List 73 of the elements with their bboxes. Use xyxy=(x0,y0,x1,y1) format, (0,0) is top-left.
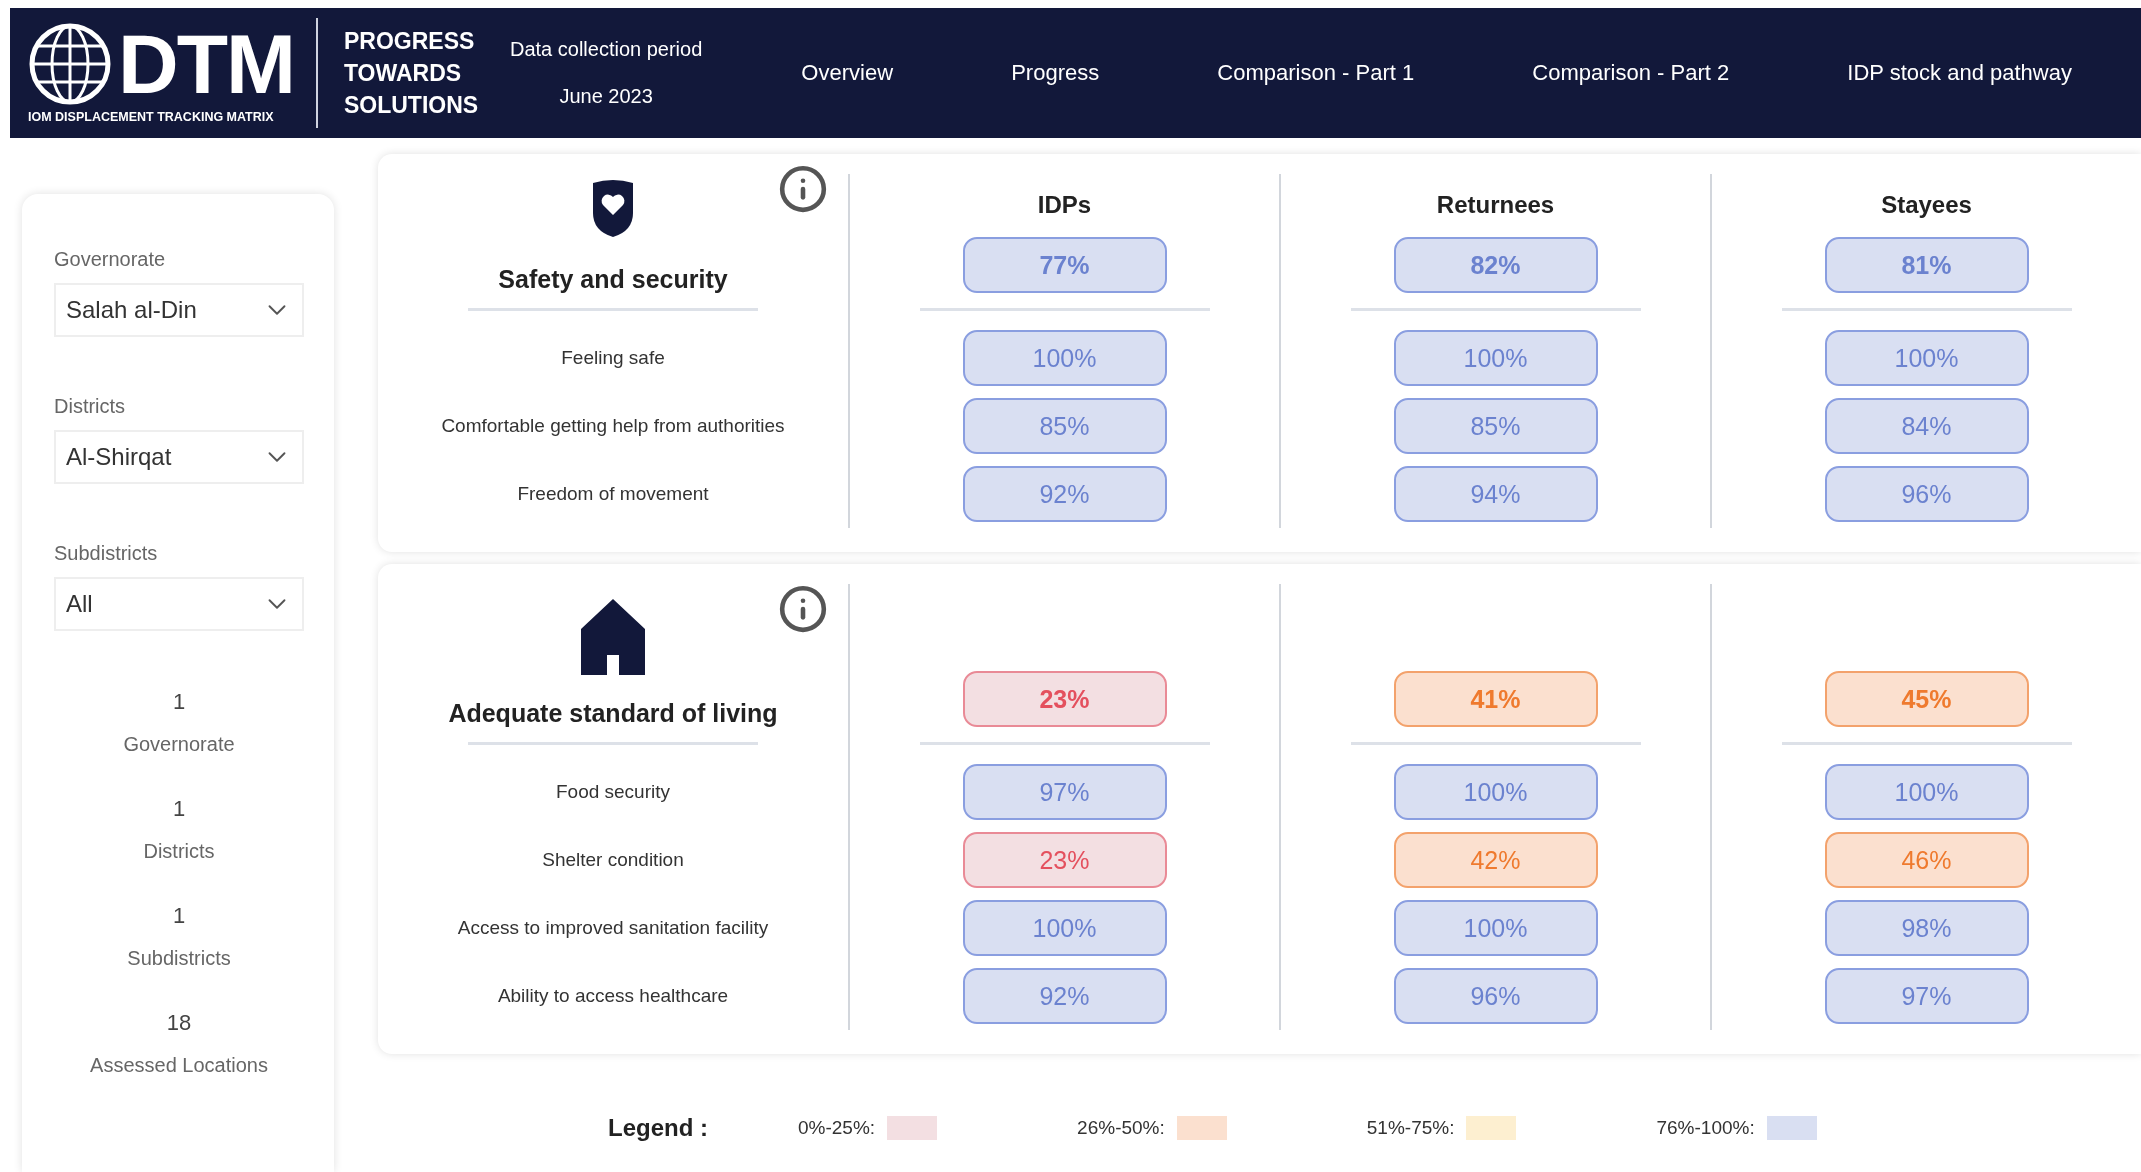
stat-value: 1 xyxy=(172,689,186,715)
indicator-percentage: 100% xyxy=(1393,764,1598,820)
legend-label: 76%-100%: xyxy=(1656,1117,1755,1139)
filter-label: Districts xyxy=(54,395,127,418)
filter-label: Governorate xyxy=(54,248,167,271)
indicator-percentage: 97% xyxy=(962,764,1167,820)
stat-value: 1 xyxy=(172,903,186,929)
indicator-percentage: 94% xyxy=(1393,466,1598,522)
filter-label: Subdistricts xyxy=(54,542,159,565)
legend-label: 26%-50%: xyxy=(1077,1117,1165,1139)
indicator-label: Feeling safe xyxy=(561,346,665,370)
section-title: Safety and security xyxy=(498,265,728,294)
nav-link[interactable]: Overview xyxy=(801,60,894,86)
total-percentage: 81% xyxy=(1824,237,2029,293)
logo-tagline: IOM DISPLACEMENT TRACKING MATRIX xyxy=(28,110,274,124)
indicator-percentage: 96% xyxy=(1393,968,1598,1024)
indicator-percentage: 46% xyxy=(1824,832,2029,888)
indicator-percentage: 100% xyxy=(1824,764,2029,820)
stat-value: 18 xyxy=(166,1010,192,1036)
indicator-label: Ability to access healthcare xyxy=(497,984,729,1008)
indicator-percentage: 84% xyxy=(1824,398,2029,454)
period-label: Data collection period xyxy=(509,38,703,61)
filter-dropdown[interactable]: Al-Shirqat xyxy=(54,430,304,484)
column-header: Stayees xyxy=(1881,191,1972,219)
indicator-percentage: 97% xyxy=(1824,968,2029,1024)
nav-link[interactable]: Progress xyxy=(1011,60,1100,86)
indicator-percentage: 85% xyxy=(962,398,1167,454)
nav-link[interactable]: Comparison - Part 2 xyxy=(1532,60,1730,86)
legend-label: 0%-25%: xyxy=(798,1117,876,1139)
indicator-percentage: 100% xyxy=(962,330,1167,386)
legend-title: Legend : xyxy=(608,1114,708,1142)
stat-label: Districts xyxy=(143,840,215,863)
indicator-label: Food security xyxy=(555,780,670,804)
indicator-label: Shelter condition xyxy=(542,848,684,872)
indicator-percentage: 92% xyxy=(962,968,1167,1024)
indicator-percentage: 42% xyxy=(1393,832,1598,888)
indicator-percentage: 100% xyxy=(1393,330,1598,386)
indicator-label: Freedom of movement xyxy=(517,482,709,506)
total-percentage: 45% xyxy=(1824,671,2029,727)
filter-dropdown[interactable]: Salah al-Din xyxy=(54,283,304,337)
indicator-label: Access to improved sanitation facility xyxy=(457,916,769,940)
globe-icon xyxy=(28,22,112,106)
period-value: June 2023 xyxy=(559,85,653,108)
stat-label: Governorate xyxy=(123,733,235,756)
stat-label: Subdistricts xyxy=(127,947,231,970)
stat-value: 1 xyxy=(172,796,186,822)
indicator-percentage: 100% xyxy=(1393,900,1598,956)
info-icon[interactable] xyxy=(778,584,828,634)
nav-link[interactable]: IDP stock and pathway xyxy=(1847,60,2072,86)
indicator-percentage: 92% xyxy=(962,466,1167,522)
total-percentage: 23% xyxy=(962,671,1167,727)
indicator-percentage: 100% xyxy=(1824,330,2029,386)
column-header: IDPs xyxy=(1037,191,1092,219)
info-icon[interactable] xyxy=(778,164,828,214)
report-title: PROGRESS TOWARDS SOLUTIONS xyxy=(343,27,480,120)
logo-wordmark: DTM xyxy=(118,26,294,102)
indicator-label: Comfortable getting help from authorities xyxy=(441,414,785,438)
indicator-percentage: 100% xyxy=(962,900,1167,956)
total-percentage: 77% xyxy=(962,237,1167,293)
indicator-percentage: 85% xyxy=(1393,398,1598,454)
total-percentage: 41% xyxy=(1393,671,1598,727)
total-percentage: 82% xyxy=(1393,237,1598,293)
section-title: Adequate standard of living xyxy=(448,699,778,728)
house-icon xyxy=(581,599,645,675)
indicator-percentage: 98% xyxy=(1824,900,2029,956)
shield-heart-icon xyxy=(590,177,636,237)
indicator-percentage: 23% xyxy=(962,832,1167,888)
column-header: Returnees xyxy=(1436,191,1555,219)
stat-label: Assessed Locations xyxy=(90,1054,268,1077)
filter-dropdown[interactable]: All xyxy=(54,577,304,631)
nav-link[interactable]: Comparison - Part 1 xyxy=(1217,60,1415,86)
indicator-percentage: 96% xyxy=(1824,466,2029,522)
legend-label: 51%-75%: xyxy=(1366,1117,1455,1139)
